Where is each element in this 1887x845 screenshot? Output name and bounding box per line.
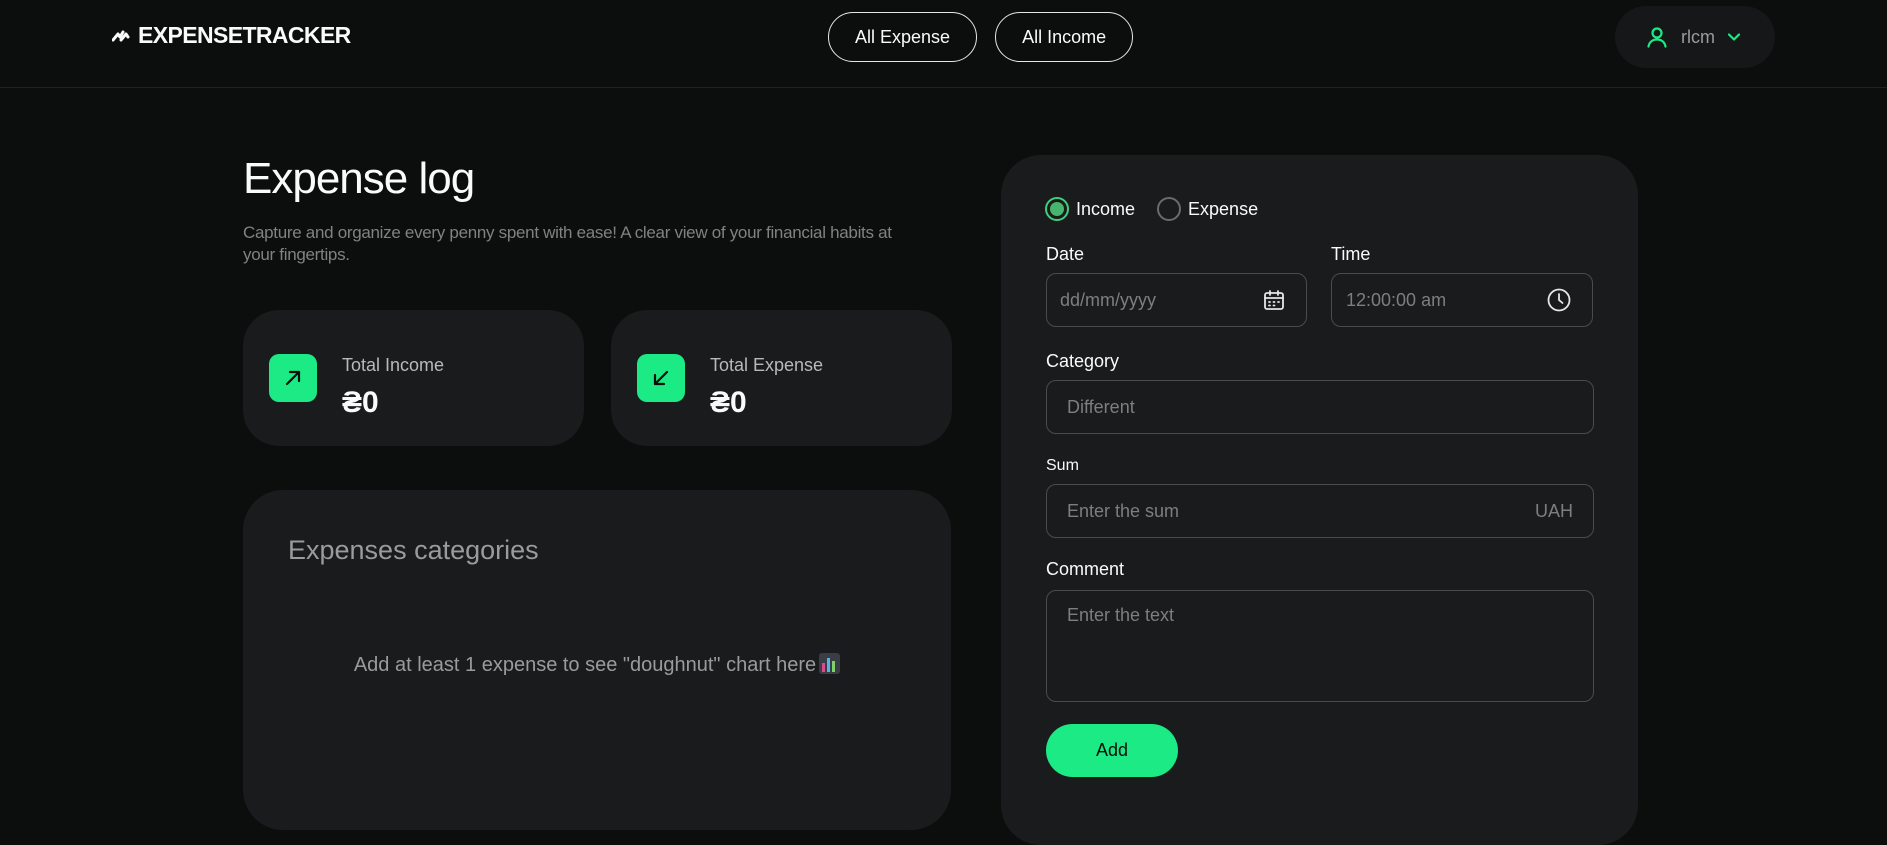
user-menu[interactable]: rlcm [1615, 6, 1775, 68]
top-header: EXPENSETRACKER All Expense All Income rl… [0, 0, 1887, 88]
total-income-value: ₴0 [342, 386, 379, 419]
time-label: Time [1331, 244, 1371, 264]
user-name: rlcm [1681, 26, 1715, 47]
comment-label: Comment [1046, 559, 1125, 579]
app-logo[interactable]: EXPENSETRACKER [112, 22, 351, 49]
all-income-button[interactable]: All Income [995, 12, 1134, 62]
currency-label: UAH [1534, 500, 1573, 521]
transaction-type-group: Income Expense [1045, 197, 1258, 221]
all-expense-button[interactable]: All Expense [828, 12, 978, 62]
income-radio[interactable]: Income [1045, 197, 1135, 221]
sum-label: Sum [1046, 457, 1079, 474]
expenses-categories-title: Expenses categories [288, 535, 539, 565]
logo-text: EXPENSETRACKER [138, 22, 351, 48]
arrow-up-right-icon [269, 354, 317, 402]
arrow-down-left-icon [637, 354, 685, 402]
income-radio-label: Income [1076, 198, 1136, 219]
time-input[interactable]: 12:00:00 am [1331, 273, 1593, 327]
user-icon [1647, 27, 1667, 48]
clock-icon[interactable] [1546, 287, 1572, 313]
total-expense-label: Total Expense [710, 355, 824, 375]
empty-chart-message: Add at least 1 expense to see "doughnut"… [243, 653, 951, 677]
bar-chart-emoji-icon [819, 653, 841, 674]
total-income-card: Total Income ₴0 [243, 310, 584, 446]
chevron-down-icon [1727, 33, 1741, 41]
category-label: Category [1046, 351, 1120, 371]
expense-radio-indicator [1157, 197, 1182, 221]
date-placeholder: dd/mm/yyyy [1060, 289, 1157, 310]
sum-input[interactable]: Enter the sum UAH [1046, 484, 1594, 538]
calendar-icon[interactable] [1262, 288, 1286, 312]
expense-radio[interactable]: Expense [1157, 197, 1258, 221]
add-transaction-form: Income Expense Date dd/mm/yyyy Time 12:0… [1001, 155, 1638, 845]
date-input[interactable]: dd/mm/yyyy [1046, 273, 1307, 327]
comment-placeholder: Enter the text [1067, 605, 1175, 625]
logo-icon [112, 30, 130, 41]
expenses-categories-card: Expenses categories Add at least 1 expen… [243, 490, 951, 830]
expense-radio-label: Expense [1188, 198, 1259, 219]
page-title: Expense log [243, 154, 475, 203]
comment-textarea[interactable]: Enter the text [1046, 590, 1594, 702]
category-input[interactable]: Different [1046, 380, 1594, 434]
add-button[interactable]: Add [1046, 724, 1178, 777]
total-expense-value: ₴0 [710, 386, 747, 419]
page-description: Capture and organize every penny spent w… [243, 223, 892, 264]
total-income-label: Total Income [342, 355, 445, 375]
category-value: Different [1067, 396, 1135, 417]
main-nav: All Expense All Income [828, 12, 1134, 62]
empty-chart-text: Add at least 1 expense to see "doughnut"… [353, 654, 817, 676]
total-expense-card: Total Expense ₴0 [611, 310, 952, 446]
date-label: Date [1046, 244, 1085, 264]
time-value: 12:00:00 am [1346, 289, 1447, 310]
sum-placeholder: Enter the sum [1067, 500, 1180, 521]
income-radio-indicator [1045, 197, 1069, 221]
